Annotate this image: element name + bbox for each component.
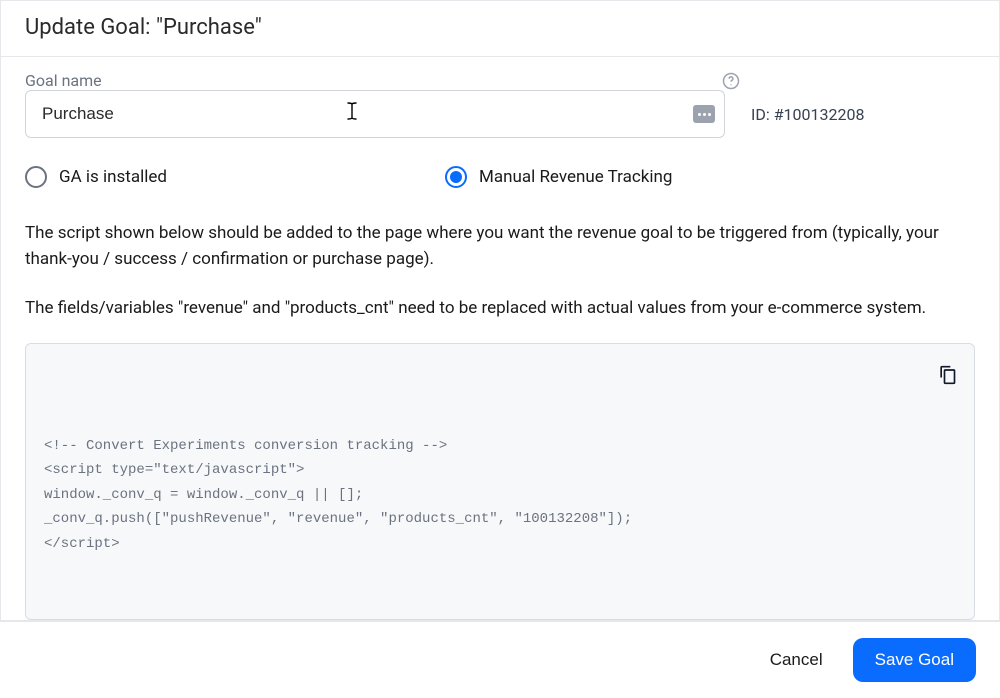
copy-button[interactable] (934, 356, 960, 382)
save-goal-button[interactable]: Save Goal (853, 638, 976, 682)
goal-id-text: ID: #100132208 (751, 105, 864, 124)
instructions-paragraph-1: The script shown below should be added t… (25, 220, 975, 273)
dialog-header: Update Goal: "Purchase" (1, 1, 999, 57)
dialog-body: Goal name ID: (1, 57, 999, 620)
cancel-button[interactable]: Cancel (768, 646, 825, 674)
radio-label: GA is installed (59, 167, 167, 187)
radio-label: Manual Revenue Tracking (479, 167, 672, 187)
goal-name-input-wrap (25, 90, 725, 138)
ellipsis-icon[interactable] (693, 105, 715, 123)
radio-manual-revenue[interactable]: Manual Revenue Tracking (445, 166, 672, 188)
instructions-paragraph-2: The fields/variables "revenue" and "prod… (25, 295, 975, 321)
copy-icon (934, 335, 960, 403)
radio-unchecked-icon (25, 166, 47, 188)
tracking-type-group: GA is installed Manual Revenue Tracking (25, 166, 975, 188)
dialog-title: Update Goal: "Purchase" (25, 15, 975, 40)
goal-name-input[interactable] (25, 90, 725, 138)
radio-ga-installed[interactable]: GA is installed (25, 166, 445, 188)
update-goal-dialog: Update Goal: "Purchase" Goal name (0, 0, 1000, 621)
code-snippet-text[interactable]: <!-- Convert Experiments conversion trac… (44, 434, 956, 557)
code-snippet-block: <!-- Convert Experiments conversion trac… (25, 343, 975, 620)
dialog-footer: Cancel Save Goal (0, 621, 1000, 698)
help-icon[interactable] (722, 72, 740, 90)
goal-name-label: Goal name (25, 71, 102, 90)
radio-checked-icon (445, 166, 467, 188)
